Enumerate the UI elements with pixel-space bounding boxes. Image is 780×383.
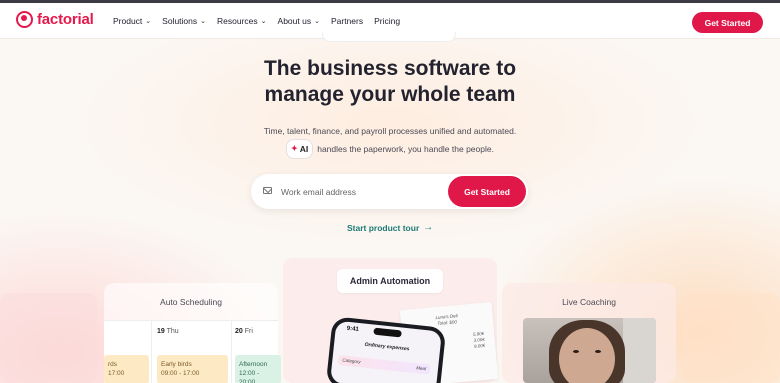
feature-card-partial-left[interactable]: [0, 293, 97, 383]
menu-item-resources[interactable]: Resources ⌄: [217, 16, 267, 26]
nav-get-started-button[interactable]: Get Started: [692, 12, 763, 33]
menu-item-label: Partners: [330, 16, 364, 26]
phone-screen: 9:41 Ordinary expenses Category Meal: [330, 320, 442, 383]
menu-item-about-us[interactable]: About us ⌄: [278, 16, 320, 26]
menu-item-label: Pricing: [374, 16, 401, 26]
person-face: [559, 328, 615, 383]
tour-link-label: Start product tour: [347, 222, 420, 233]
feature-card-partial-right[interactable]: [682, 293, 780, 383]
hero-subtitle-line-1: Time, talent, finance, and payroll proce…: [263, 126, 517, 136]
work-email-input[interactable]: [281, 183, 441, 200]
day-header-fri: 20 Fri: [235, 328, 253, 335]
factorial-logo-icon: [16, 11, 33, 28]
phone-illustration: 9:41 Ordinary expenses Category Meal: [325, 316, 447, 383]
shift-label: Afternoon: [239, 361, 268, 368]
hero-subtitle-line-2: ✦ AI handles the paperwork, you handle t…: [190, 139, 590, 159]
hero-title-line-1: The business software to: [263, 57, 517, 80]
photo-background: [623, 318, 656, 383]
main-menu: Product ⌄ Solutions ⌄ Resources ⌄ About …: [113, 16, 411, 26]
factorial-logo[interactable]: factorial: [16, 11, 94, 28]
hero-subtitle: Time, talent, finance, and payroll proce…: [190, 123, 590, 159]
chevron-down-icon: ⌄: [260, 18, 267, 25]
grid-divider: [151, 321, 152, 383]
feature-card-admin-automation[interactable]: Admin Automation Luna's Deli Total: $00 …: [283, 258, 499, 383]
schedule-grid: 19 Thu 20 Fri rds 17:00 Early birds 09:0…: [104, 320, 281, 383]
menu-item-label: Solutions: [162, 16, 198, 26]
sparkle-icon: ✦: [291, 144, 298, 153]
card-title: Auto Scheduling: [160, 297, 222, 307]
logo-text: factorial: [37, 11, 94, 28]
hero-get-started-button[interactable]: Get Started: [448, 176, 526, 207]
menu-item-label: Resources: [217, 16, 258, 26]
shift-slot[interactable]: Early birds 09:00 - 17:00: [157, 355, 228, 383]
mail-icon: [263, 187, 272, 194]
chevron-down-icon: ⌄: [314, 18, 320, 25]
day-header-thu: 19 Thu: [157, 328, 179, 335]
email-signup-form: Get Started: [251, 174, 528, 209]
phone-field: Category Meal: [337, 355, 431, 375]
feature-card-live-coaching[interactable]: Live Coaching: [502, 283, 676, 383]
person-eye: [573, 350, 579, 353]
menu-item-partners[interactable]: Partners: [331, 16, 363, 26]
hero-title: The business software to manage your who…: [190, 56, 590, 108]
announcement-pill-edge: [322, 32, 456, 42]
chevron-down-icon: ⌄: [200, 18, 207, 25]
hero-subtitle-line-2-text: handles the paperwork, you handle the pe…: [317, 144, 494, 154]
card-title: Live Coaching: [562, 297, 616, 307]
shift-time: 17:00: [108, 370, 125, 377]
chevron-down-icon: ⌄: [145, 18, 152, 25]
person-eye: [595, 350, 601, 353]
shift-slot[interactable]: rds 17:00: [104, 355, 149, 383]
phone-time: 9:41: [346, 325, 360, 333]
grid-divider: [231, 321, 232, 383]
menu-item-solutions[interactable]: Solutions ⌄: [162, 16, 206, 26]
menu-item-product[interactable]: Product ⌄: [113, 16, 151, 26]
shift-slot[interactable]: Afternoon 12:00 - 20:00: [235, 355, 281, 383]
coach-photo: [523, 318, 656, 383]
shift-time: 09:00 - 17:00: [161, 370, 200, 377]
phone-heading: Ordinary expenses: [364, 341, 410, 353]
feature-card-auto-scheduling[interactable]: Auto Scheduling 19 Thu 20 Fri rds 17:00 …: [104, 283, 281, 383]
card-title: Admin Automation: [337, 269, 443, 293]
ai-badge: ✦ AI: [286, 139, 314, 159]
shift-label: rds: [108, 361, 118, 368]
phone-notch: [373, 327, 402, 338]
arrow-right-icon: →: [423, 222, 434, 233]
menu-item-label: About us: [277, 16, 312, 26]
shift-label: Early birds: [161, 361, 192, 368]
menu-item-pricing[interactable]: Pricing: [374, 16, 400, 26]
menu-item-label: Product: [113, 16, 143, 26]
shift-time: 12:00 - 20:00: [239, 370, 260, 383]
ai-badge-label: AI: [299, 144, 309, 154]
start-product-tour-link[interactable]: Start product tour →: [347, 222, 433, 233]
phone-field-label: Category: [342, 357, 361, 365]
hero-title-line-2: manage your whole team: [264, 83, 516, 106]
phone-field-value: Meal: [416, 365, 427, 372]
